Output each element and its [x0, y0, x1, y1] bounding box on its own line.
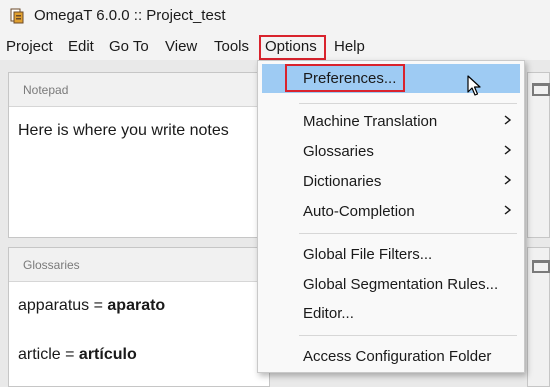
chevron-right-icon	[504, 205, 512, 215]
menuitem-global-segmentation-rules[interactable]: Global Segmentation Rules...	[262, 270, 520, 299]
maximize-icon[interactable]	[532, 260, 550, 273]
menuitem-label: Editor...	[303, 305, 354, 322]
menu-tools[interactable]: Tools	[214, 38, 249, 55]
options-menu-highlight-box	[259, 35, 326, 60]
chevron-right-icon	[504, 175, 512, 185]
menuitem-dictionaries[interactable]: Dictionaries	[262, 167, 520, 196]
window-title: OmegaT 6.0.0 :: Project_test	[34, 7, 226, 24]
menu-separator	[299, 233, 517, 234]
glossaries-title: Glossaries	[23, 258, 80, 272]
menu-help[interactable]: Help	[334, 38, 365, 55]
omegat-app-icon	[10, 8, 24, 24]
glossary-entry[interactable]: article = artículo	[18, 346, 137, 364]
mouse-pointer-icon	[467, 75, 481, 96]
menu-project[interactable]: Project	[6, 38, 53, 55]
glossaries-list: apparatus = aparato article = artículo	[9, 283, 269, 386]
menuitem-glossaries[interactable]: Glossaries	[262, 137, 520, 166]
menu-goto[interactable]: Go To	[109, 38, 149, 55]
menu-separator	[299, 335, 517, 336]
menuitem-auto-completion[interactable]: Auto-Completion	[262, 197, 520, 226]
preferences-highlight-box	[285, 64, 405, 92]
menu-edit[interactable]: Edit	[68, 38, 94, 55]
menuitem-label: Access Configuration Folder	[303, 348, 492, 365]
menuitem-label: Auto-Completion	[303, 203, 415, 220]
menuitem-access-configuration-folder[interactable]: Access Configuration Folder	[262, 342, 520, 371]
menuitem-label: Dictionaries	[303, 173, 382, 190]
menuitem-label: Machine Translation	[303, 113, 438, 130]
menu-separator	[299, 103, 517, 104]
glossaries-pane: Glossaries apparatus = aparato article =…	[8, 247, 270, 387]
menuitem-label: Global File Filters...	[303, 246, 433, 263]
menuitem-global-file-filters[interactable]: Global File Filters...	[262, 240, 520, 269]
glossary-translation: artículo	[78, 346, 137, 363]
menuitem-label: Glossaries	[303, 143, 374, 160]
glossary-separator: =	[60, 346, 79, 363]
notepad-pane: Notepad Here is where you write notes	[8, 72, 270, 238]
chevron-right-icon	[504, 145, 512, 155]
maximize-icon[interactable]	[532, 83, 550, 96]
glossary-separator: =	[89, 297, 108, 314]
glossary-term: article	[18, 346, 61, 363]
menuitem-label: Global Segmentation Rules...	[303, 276, 499, 293]
notepad-title: Notepad	[23, 83, 69, 97]
options-dropdown-menu: Preferences... Machine Translation Gloss…	[257, 60, 525, 373]
glossaries-header: Glossaries	[9, 248, 269, 282]
menu-view[interactable]: View	[165, 38, 197, 55]
menuitem-machine-translation[interactable]: Machine Translation	[262, 107, 520, 136]
menuitem-editor[interactable]: Editor...	[262, 299, 520, 328]
right-pane-top	[527, 72, 550, 238]
glossary-entry[interactable]: apparatus = aparato	[18, 297, 165, 315]
glossary-translation: aparato	[107, 297, 166, 314]
notepad-editor[interactable]: Here is where you write notes	[9, 108, 269, 237]
title-bar: OmegaT 6.0.0 :: Project_test	[0, 0, 550, 33]
notepad-text: Here is where you write notes	[18, 122, 229, 139]
chevron-right-icon	[504, 115, 512, 125]
glossary-term: apparatus	[18, 297, 90, 314]
notepad-header: Notepad	[9, 73, 269, 107]
right-pane-bottom	[527, 247, 550, 387]
